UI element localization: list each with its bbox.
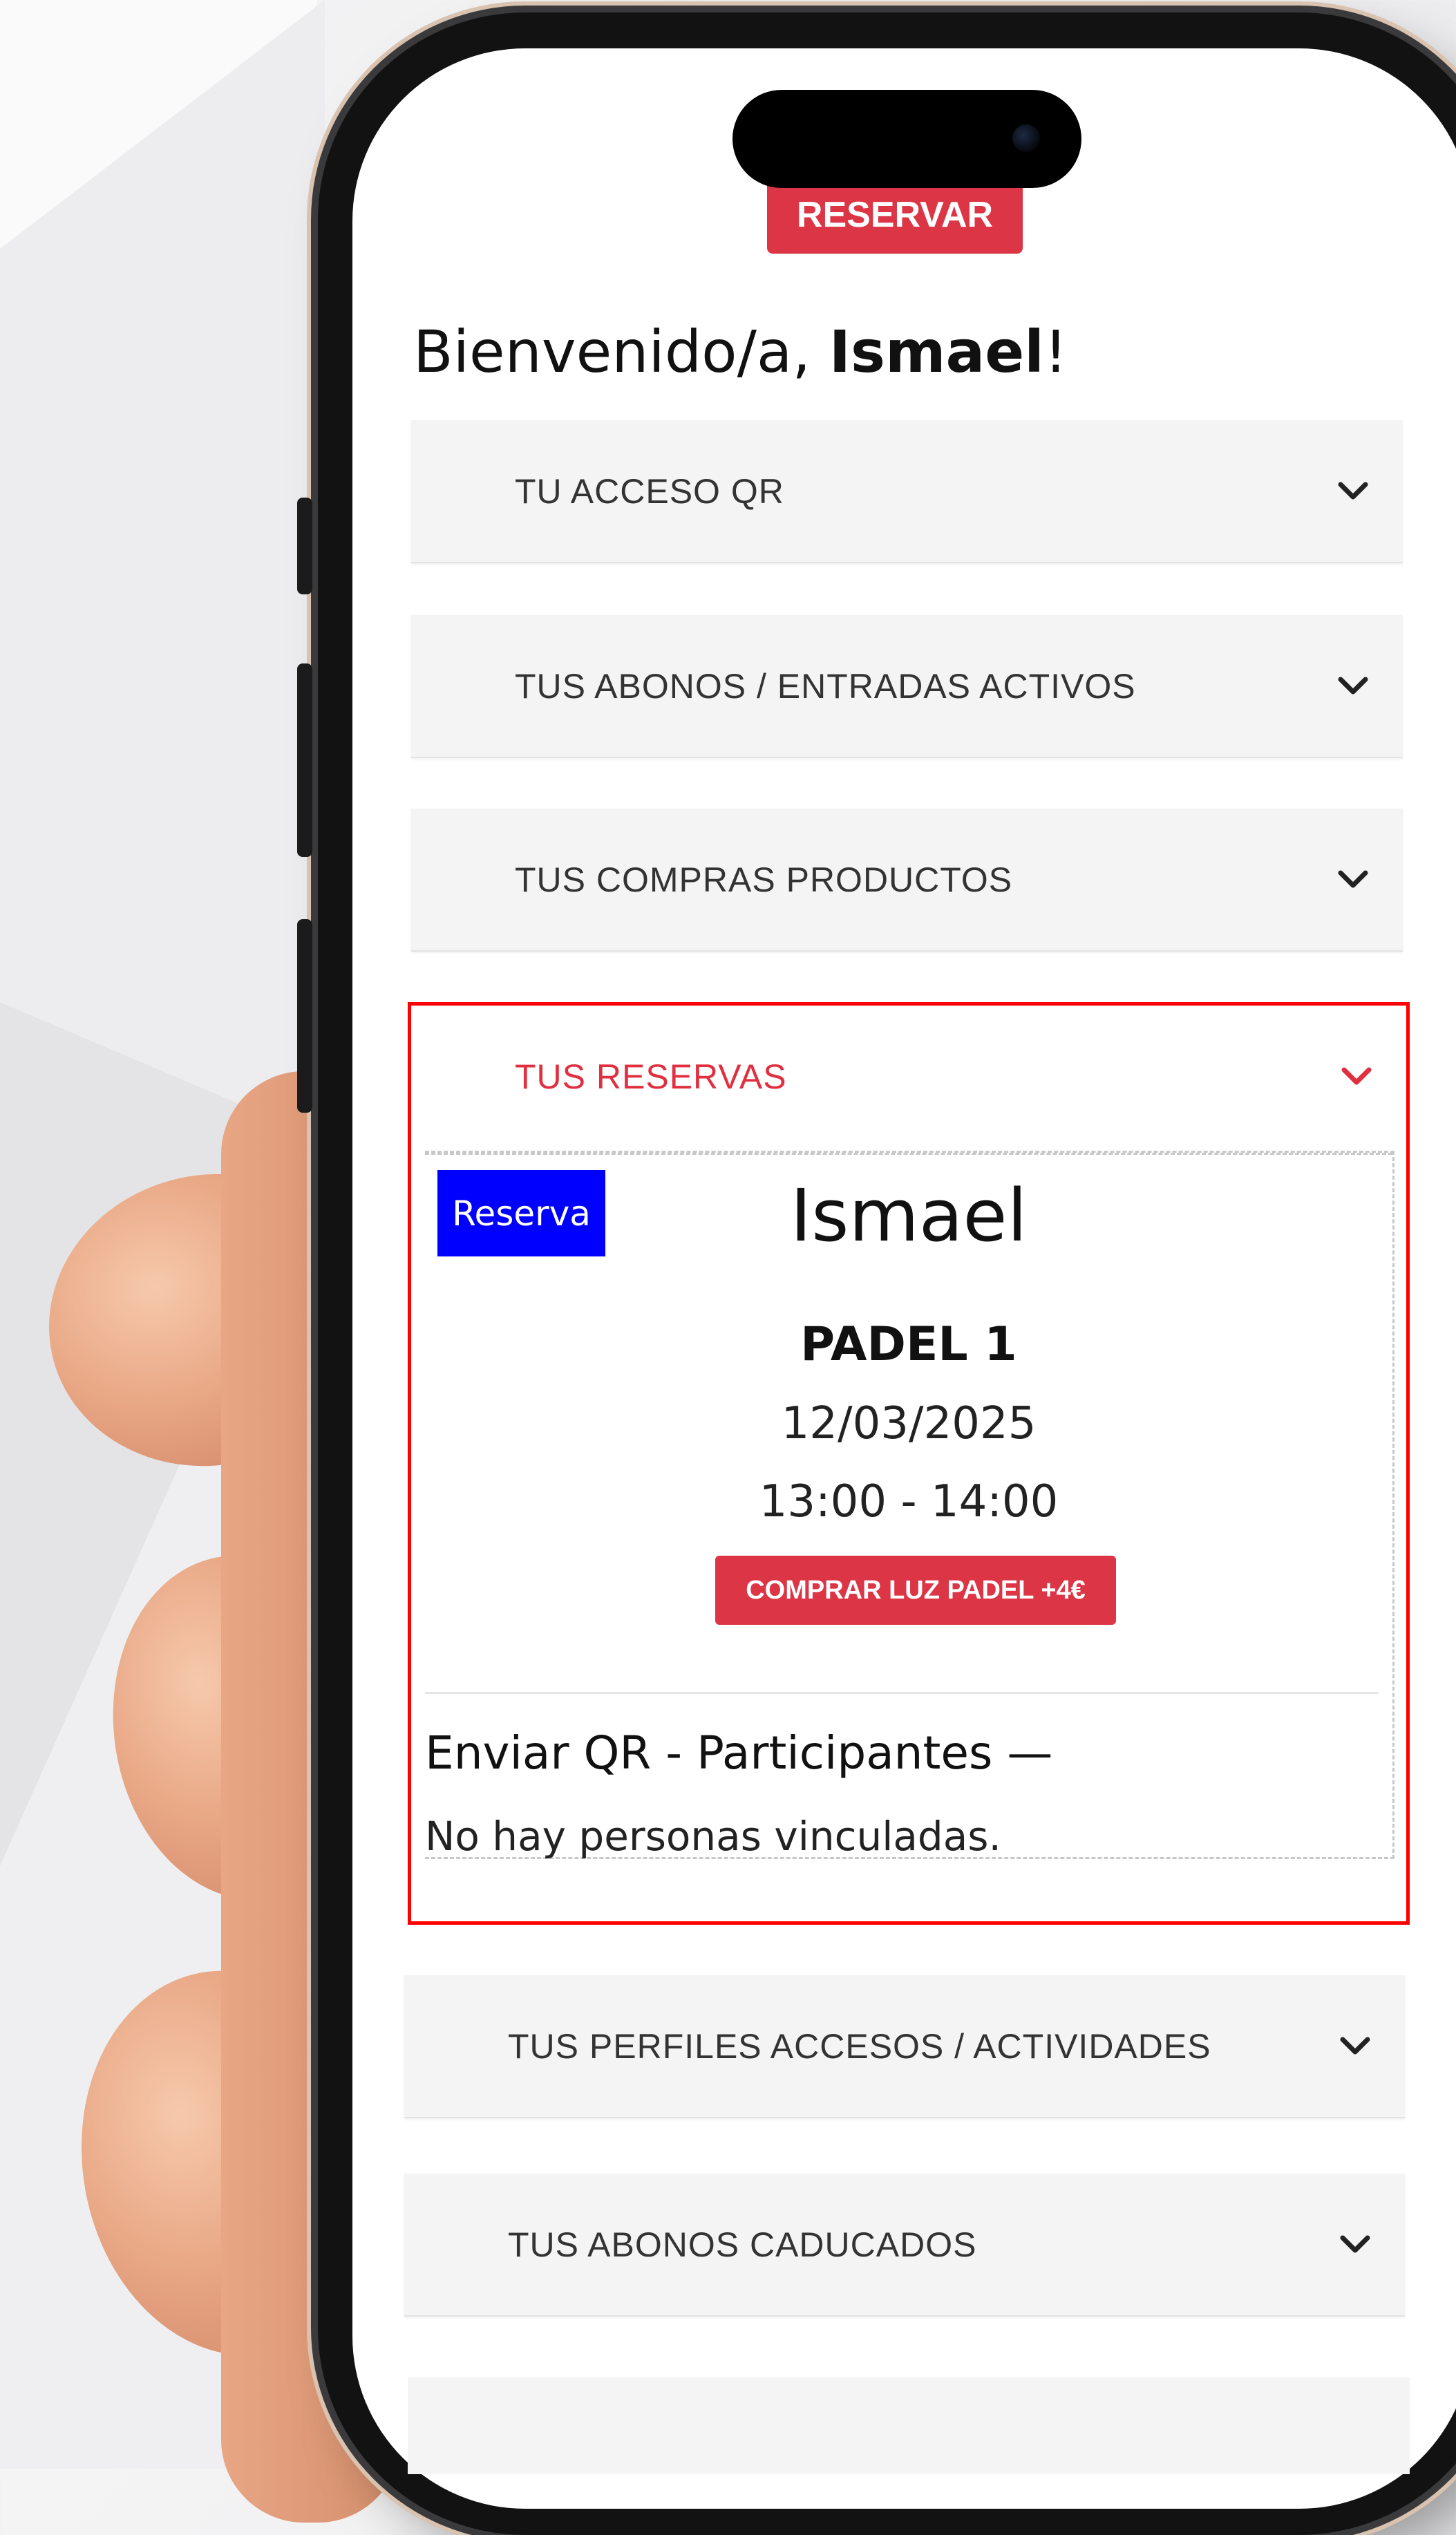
reservation-court: PADEL 1 bbox=[800, 1317, 1017, 1372]
panel-abonos-caducados[interactable]: TUS ABONOS CADUCADOS bbox=[404, 2174, 1405, 2317]
chevron-down-icon bbox=[1340, 1064, 1373, 1089]
panel-perfiles-accesos[interactable]: TUS PERFILES ACCESOS / ACTIVIDADES bbox=[404, 1975, 1405, 2118]
send-qr-participants[interactable]: Enviar QR - Participantes — bbox=[425, 1726, 1052, 1780]
buy-light-button[interactable]: COMPRAR LUZ PADEL +4€ bbox=[715, 1556, 1116, 1625]
chevron-down-icon bbox=[1336, 674, 1370, 699]
panel-abonos-activos[interactable]: TUS ABONOS / ENTRADAS ACTIVOS bbox=[411, 615, 1403, 758]
chevron-down-icon bbox=[1336, 867, 1370, 892]
panel-reservas-header[interactable]: TUS RESERVAS bbox=[411, 1006, 1406, 1147]
chevron-down-icon bbox=[1339, 2034, 1372, 2059]
panel-label: TUS RESERVAS bbox=[515, 1057, 787, 1096]
panel-label: TUS ABONOS CADUCADOS bbox=[508, 2225, 977, 2264]
dynamic-island bbox=[732, 90, 1081, 188]
reservation-card: Reserva Ismael PADEL 1 12/03/2025 13:00 … bbox=[425, 1151, 1394, 1860]
no-linked-people-text: No hay personas vinculadas. bbox=[425, 1813, 1001, 1860]
reservation-time: 13:00 - 14:00 bbox=[759, 1476, 1059, 1527]
panel-partial bbox=[408, 2377, 1410, 2474]
welcome-heading: Bienvenido/a, Ismael! bbox=[413, 318, 1068, 386]
camera-icon bbox=[1012, 124, 1040, 152]
panel-label: TU ACCESO QR bbox=[515, 471, 784, 511]
panel-acceso-qr[interactable]: TU ACCESO QR bbox=[411, 420, 1403, 563]
panel-reservas-expanded: TUS RESERVAS Reserva Ismael PADEL 1 12/0… bbox=[408, 1002, 1410, 1925]
reservation-date: 12/03/2025 bbox=[781, 1398, 1037, 1449]
panel-label: TUS COMPRAS PRODUCTOS bbox=[515, 860, 1013, 899]
chevron-down-icon bbox=[1339, 2232, 1372, 2257]
panel-label: TUS ABONOS / ENTRADAS ACTIVOS bbox=[515, 666, 1136, 706]
user-name: Ismael bbox=[829, 318, 1044, 386]
card-divider bbox=[425, 1153, 1392, 1155]
welcome-suffix: ! bbox=[1043, 318, 1068, 386]
phone-side-button bbox=[297, 498, 312, 594]
panel-compras-productos[interactable]: TUS COMPRAS PRODUCTOS bbox=[411, 809, 1403, 952]
reservation-name: Ismael bbox=[790, 1174, 1028, 1258]
card-divider bbox=[425, 1692, 1379, 1694]
chevron-down-icon bbox=[1336, 479, 1370, 504]
phone-side-button bbox=[297, 663, 312, 857]
phone-side-button bbox=[297, 919, 312, 1113]
panel-label: TUS PERFILES ACCESOS / ACTIVIDADES bbox=[508, 2026, 1211, 2066]
welcome-prefix: Bienvenido/a, bbox=[413, 318, 829, 386]
